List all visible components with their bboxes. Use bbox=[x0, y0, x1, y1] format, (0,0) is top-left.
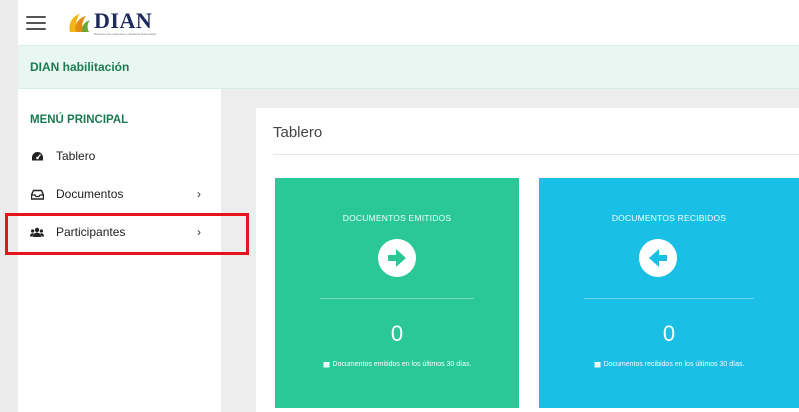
title-divider bbox=[273, 154, 799, 155]
top-bar: DIAN Dirección de Impuestos y Aduanas Na… bbox=[18, 0, 799, 45]
sidebar-item-documentos[interactable]: Documentos › bbox=[18, 179, 221, 209]
calendar-icon bbox=[594, 362, 601, 368]
card-separator bbox=[584, 298, 754, 299]
hamburger-menu-icon[interactable] bbox=[26, 15, 46, 30]
card-footer-text: Documentos recibidos en los últimos 30 d… bbox=[603, 361, 745, 368]
dashboard-icon bbox=[30, 150, 44, 162]
card-footer: Documentos recibidos en los últimos 30 d… bbox=[539, 361, 799, 368]
page-title: Tablero bbox=[273, 124, 323, 141]
arrow-right-circle-icon bbox=[378, 239, 416, 277]
card-count: 0 bbox=[662, 321, 676, 346]
card-documentos-recibidos[interactable]: DOCUMENTOS RECIBIDOS 0 Documentos recibi… bbox=[539, 178, 799, 408]
card-separator bbox=[320, 298, 474, 299]
card-title: DOCUMENTOS RECIBIDOS bbox=[611, 213, 727, 223]
arrow-left-circle-icon bbox=[639, 239, 677, 277]
sidebar-title: MENÚ PRINCIPAL bbox=[30, 114, 129, 126]
logo-text: DIAN bbox=[94, 7, 153, 33]
environment-bar: DIAN habilitación bbox=[18, 45, 799, 89]
card-footer-text: Documentos emitidos en los últimos 30 dí… bbox=[332, 361, 472, 368]
highlight-box-participantes bbox=[5, 213, 249, 255]
card-documentos-emitidos[interactable]: DOCUMENTOS EMITIDOS 0 Documentos emitido… bbox=[275, 178, 519, 408]
sidebar-item-label: Tablero bbox=[56, 149, 96, 163]
card-count: 0 bbox=[390, 321, 404, 346]
sidebar-item-tablero[interactable]: Tablero bbox=[18, 141, 221, 171]
card-footer: Documentos emitidos en los últimos 30 dí… bbox=[275, 361, 519, 368]
dian-logo-icon bbox=[69, 13, 90, 32]
inbox-icon bbox=[30, 188, 44, 200]
dashboard-panel: Tablero DOCUMENTOS EMITIDOS 0 Documentos… bbox=[256, 108, 799, 412]
card-title: DOCUMENTOS EMITIDOS bbox=[342, 213, 452, 223]
logo-subtitle: Dirección de Impuestos y Aduanas Naciona… bbox=[94, 31, 156, 36]
environment-label: DIAN habilitación bbox=[30, 60, 130, 74]
dian-logo[interactable]: DIAN Dirección de Impuestos y Aduanas Na… bbox=[66, 0, 156, 45]
calendar-icon bbox=[323, 362, 330, 368]
sidebar-item-label: Documentos bbox=[56, 187, 124, 201]
app-window: DIAN Dirección de Impuestos y Aduanas Na… bbox=[18, 0, 799, 412]
chevron-right-icon: › bbox=[197, 187, 201, 201]
